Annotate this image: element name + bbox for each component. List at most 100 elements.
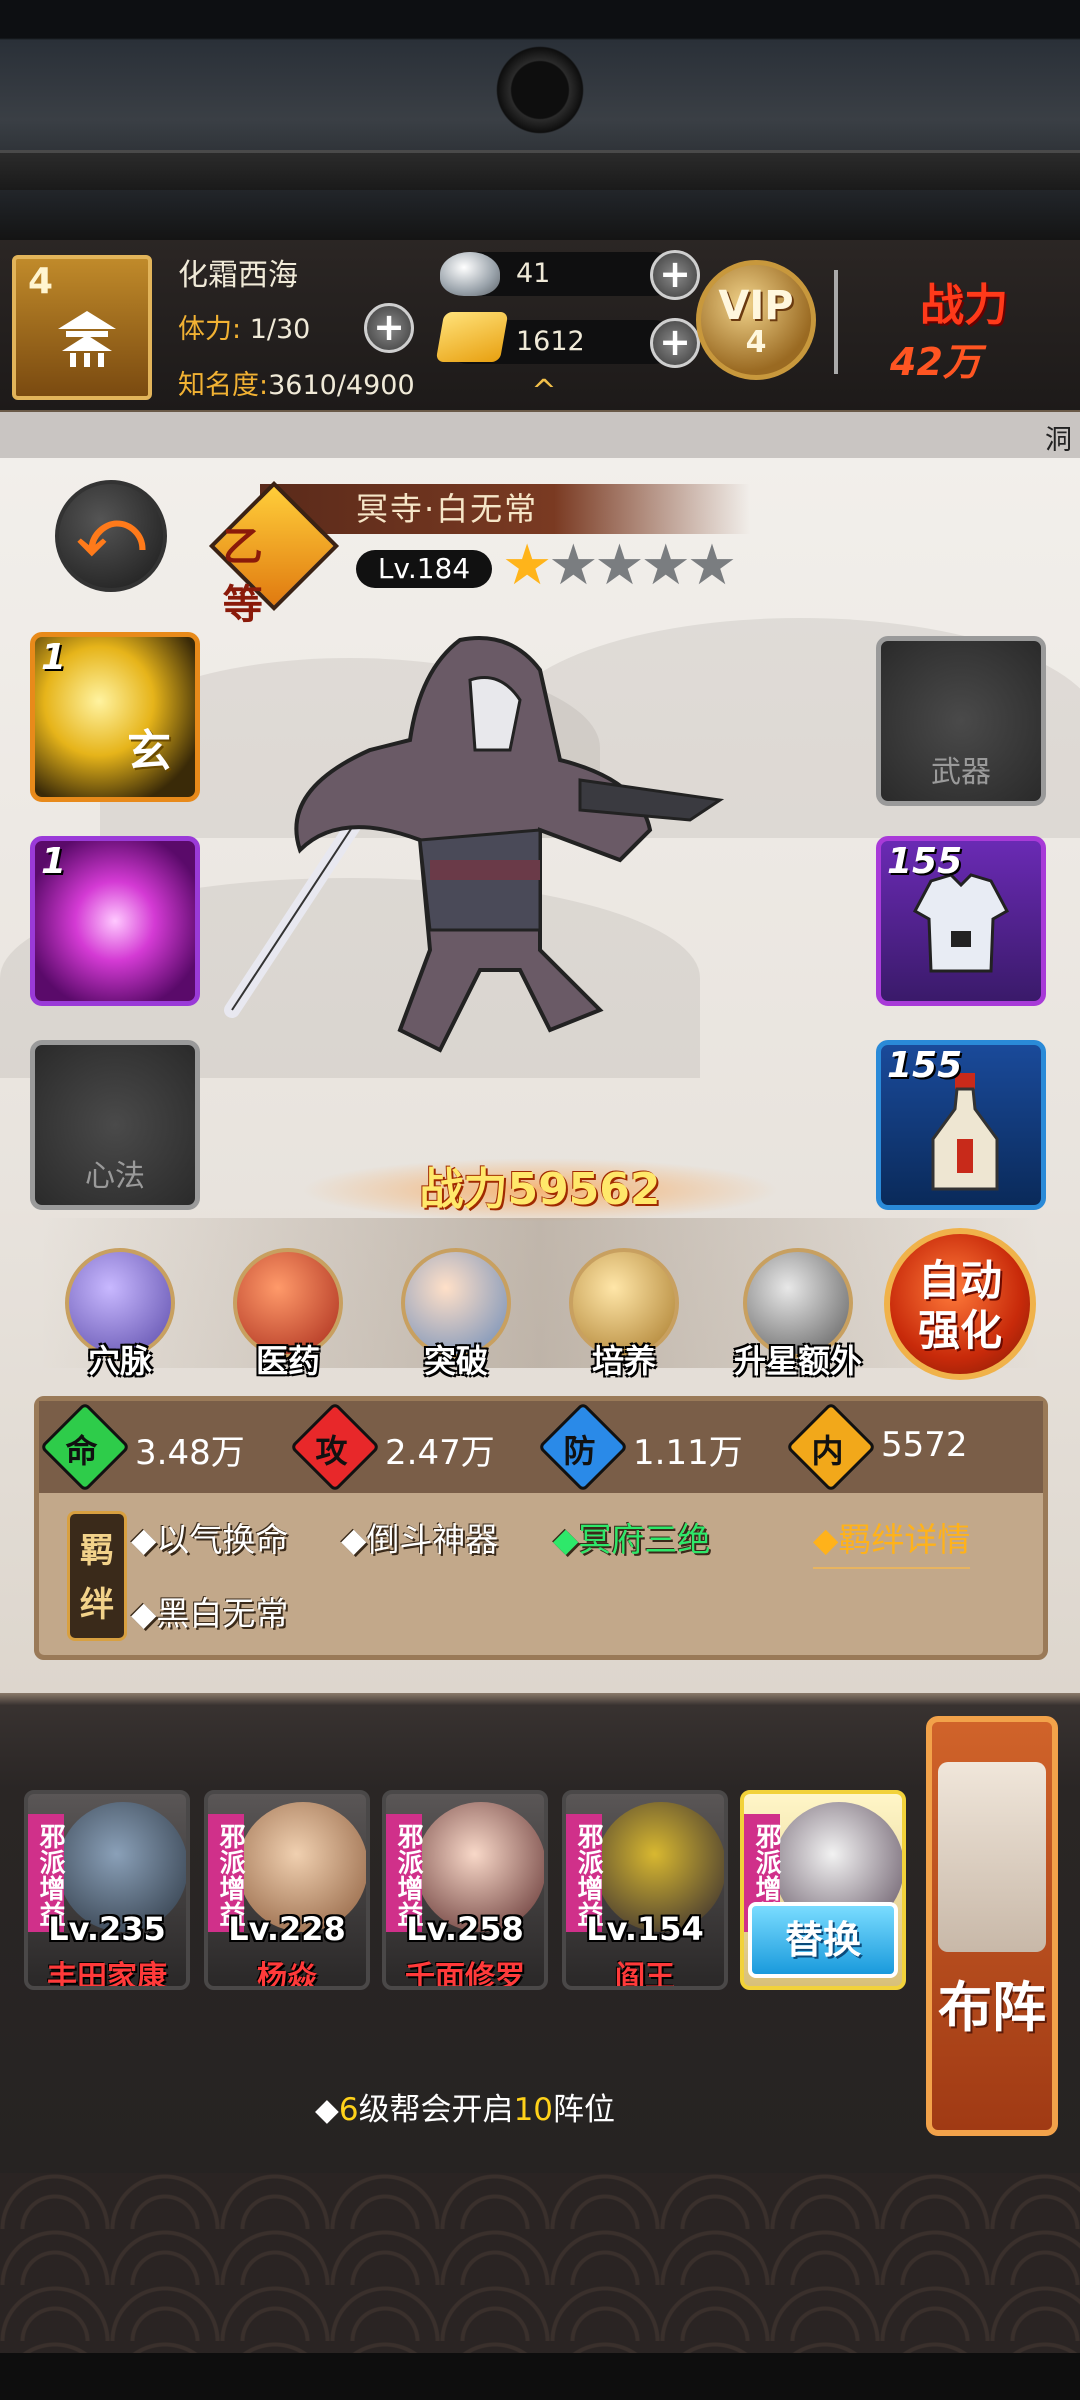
bond-tag: 羁绊 bbox=[67, 1511, 127, 1641]
grade-text: 乙等 bbox=[222, 524, 263, 629]
atk-gem-icon: 攻 bbox=[289, 1401, 381, 1493]
hero-power: 战力59562 bbox=[300, 1158, 780, 1222]
player-name: 化霜西海 bbox=[178, 258, 298, 293]
bond-item: ◆以气换命 bbox=[131, 1520, 289, 1559]
power-label: 战力 bbox=[920, 280, 1008, 331]
lineup-card-selected[interactable]: 邪派增益 替换 bbox=[740, 1790, 906, 1990]
peiyang-button[interactable]: 培养 bbox=[554, 1248, 694, 1382]
card-level: Lv.154 bbox=[586, 1910, 704, 1948]
peiyang-label: 培养 bbox=[591, 1342, 656, 1380]
lineup-card[interactable]: 邪派增益 Lv.228 杨焱 bbox=[204, 1790, 370, 1990]
hp-value: 3.48万 bbox=[135, 1433, 245, 1473]
roof-ridge bbox=[0, 150, 1080, 190]
bond-detail-link[interactable]: ◆羁绊详情 bbox=[813, 1513, 971, 1569]
add-stamina-button[interactable]: + bbox=[364, 303, 414, 353]
potion-bottle-icon bbox=[931, 1073, 999, 1191]
bond-item-active-text: ◆冥府三绝 bbox=[553, 1520, 711, 1559]
card-name: 杨焱 bbox=[257, 1960, 317, 1990]
total-power[interactable]: 战力 42万 bbox=[880, 265, 1070, 385]
unlock-notice: ◆6级帮会开启10阵位 bbox=[0, 2084, 930, 2129]
formation-art bbox=[938, 1762, 1046, 1952]
def-icon-label: 防 bbox=[563, 1432, 596, 1471]
stamina: 体力: 1/30 bbox=[178, 307, 310, 346]
player-avatar[interactable]: 4 bbox=[12, 255, 152, 400]
star-icon: ★ bbox=[640, 533, 691, 598]
tupo-button[interactable]: 突破 bbox=[386, 1248, 526, 1382]
fame-label: 知名度: bbox=[178, 370, 269, 401]
band-text: 洞 bbox=[1045, 425, 1072, 456]
swap-button[interactable]: 替换 bbox=[748, 1902, 898, 1978]
hp-gem-icon: 命 bbox=[39, 1401, 131, 1493]
bond-tag-text: 羁绊 bbox=[80, 1531, 114, 1625]
formation-button[interactable]: 布阵 bbox=[926, 1716, 1058, 2136]
bond-item: ◆倒斗神器 bbox=[341, 1520, 499, 1559]
skill-slot-purple[interactable]: 1 bbox=[30, 836, 200, 1006]
potion-slot[interactable]: 155 bbox=[876, 1040, 1046, 1210]
star-icon: ★ bbox=[594, 533, 644, 598]
xinfa-slot[interactable]: 心法 bbox=[30, 1040, 200, 1210]
xuemai-label: 穴脉 bbox=[87, 1342, 152, 1380]
weapon-slot[interactable]: 武器 bbox=[876, 636, 1046, 806]
def-value: 1.11万 bbox=[633, 1433, 743, 1473]
notice-text: 级帮会开启 bbox=[358, 2092, 514, 2128]
back-arrow-icon[interactable]: ⤺ bbox=[55, 480, 167, 592]
lineup-card[interactable]: 邪派增益 Lv.235 丰田家康 bbox=[24, 1790, 190, 1990]
stamina-value: 1/30 bbox=[249, 314, 311, 345]
lineup-card[interactable]: 邪派增益 Lv.154 阎王 bbox=[562, 1790, 728, 1990]
wave-pattern-footer bbox=[0, 2173, 1080, 2353]
card-name: 阎王 bbox=[615, 1960, 675, 1990]
card-level: Lv.228 bbox=[228, 1910, 346, 1948]
hp-icon-label: 命 bbox=[65, 1432, 98, 1471]
lineup-card[interactable]: 邪派增益 Lv.258 千面修罗 bbox=[382, 1790, 548, 1990]
add-silver-button[interactable]: + bbox=[650, 250, 700, 300]
power-value: 42万 bbox=[890, 340, 981, 384]
card-level: Lv.258 bbox=[406, 1910, 524, 1948]
bond-item-active: ◆冥府三绝 bbox=[553, 1513, 710, 1561]
notice-slots: 10 bbox=[513, 2092, 554, 2128]
hero-figure bbox=[224, 636, 725, 1053]
armor-icon bbox=[912, 873, 1010, 973]
atk-value: 2.47万 bbox=[385, 1433, 495, 1473]
fame: 知名度:3610/4900 bbox=[178, 363, 415, 402]
stat-atk: 攻 2.47万 bbox=[289, 1401, 523, 1493]
stat-inner: 内 5572 bbox=[785, 1401, 1019, 1493]
card-name: 千面修罗 bbox=[405, 1960, 525, 1990]
slot-count: 1 bbox=[41, 841, 67, 882]
card-name: 丰田家康 bbox=[47, 1960, 167, 1990]
system-nav-strip bbox=[0, 2353, 1080, 2400]
vip-badge[interactable]: VIP 4 bbox=[696, 260, 816, 380]
skill-slot-xuan[interactable]: 1 玄 bbox=[30, 632, 200, 802]
yiyao-label: 医药 bbox=[255, 1342, 320, 1380]
xuemai-button[interactable]: 穴脉 bbox=[50, 1248, 190, 1382]
stats-panel: 命 3.48万 攻 2.47万 防 1.11万 内 5572 羁绊 ◆以气换命 … bbox=[34, 1396, 1048, 1660]
slot-count: 1 bbox=[41, 637, 67, 678]
inner-value: 5572 bbox=[881, 1425, 968, 1465]
auto-label-2: 强化 bbox=[917, 1306, 1002, 1355]
stats-row: 命 3.48万 攻 2.47万 防 1.11万 内 5572 bbox=[39, 1401, 1043, 1493]
add-gold-button[interactable]: + bbox=[650, 318, 700, 368]
yiyao-button[interactable]: 医药 bbox=[218, 1248, 358, 1382]
card-level: Lv.235 bbox=[48, 1910, 166, 1948]
slot-count: 155 bbox=[887, 1045, 963, 1086]
armor-slot[interactable]: 155 bbox=[876, 836, 1046, 1006]
bond-item: ◆黑白无常 bbox=[131, 1594, 289, 1633]
notice-bullet: ◆ bbox=[314, 2092, 339, 2128]
shengxing-label: 升星额外 bbox=[733, 1342, 862, 1380]
auto-label-1: 自动 bbox=[917, 1256, 1002, 1305]
inner-gem-icon: 内 bbox=[785, 1401, 877, 1493]
slot-count: 155 bbox=[887, 841, 963, 882]
roof-background bbox=[0, 0, 1080, 240]
star-icon: ★ bbox=[686, 533, 737, 598]
expand-chevron-icon[interactable]: ^ bbox=[524, 377, 564, 407]
shengxing-button[interactable]: 升星额外 bbox=[722, 1248, 874, 1382]
notice-suffix: 阵位 bbox=[553, 2092, 616, 2128]
vip-level: 4 bbox=[745, 325, 767, 360]
atk-icon-label: 攻 bbox=[315, 1432, 348, 1471]
star-icon: ★ bbox=[502, 533, 552, 598]
pagoda-icon bbox=[58, 311, 116, 367]
formation-label: 布阵 bbox=[938, 1976, 1046, 2039]
vip-label: VIP bbox=[718, 283, 794, 329]
auto-strengthen-button[interactable]: 自动 强化 bbox=[884, 1228, 1036, 1380]
xinfa-label: 心法 bbox=[85, 1159, 145, 1194]
gold-ingot-icon bbox=[435, 312, 509, 362]
